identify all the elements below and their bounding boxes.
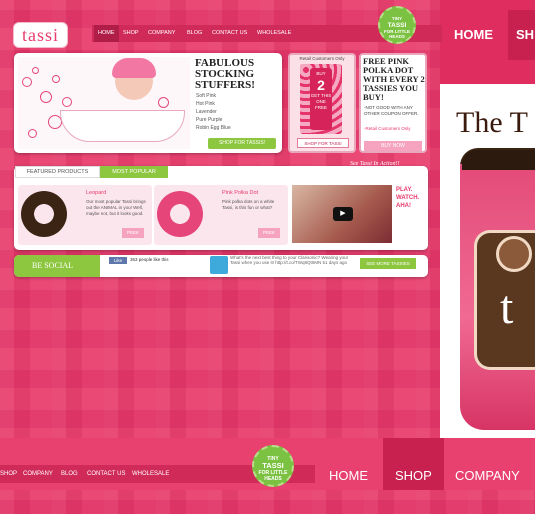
tab-most-popular[interactable]: MOST POPULAR [100,166,168,178]
jar-logo-letter: t [500,281,514,334]
bottom-nav-company-large[interactable]: COMPANY [455,438,520,490]
jar-portrait [496,236,532,272]
bottom-nav-shop[interactable]: SHOP [0,465,17,483]
right-headline: The T [456,106,528,139]
shop-for-tassi-button[interactable]: SHOP FOR TASSI [297,138,349,148]
nav-blog[interactable]: BLOG [187,25,202,42]
peek-button[interactable]: PEEK [122,228,144,238]
right-nav-shop[interactable]: SH [508,10,535,60]
see-tassi-annotation: See Tassi In Action!! [350,161,400,167]
product-card-leopard[interactable]: Leopard Our most popular Tassi brings ou… [18,185,152,245]
bottom-nav-home-large[interactable]: HOME [329,438,368,490]
bathtub [60,110,185,142]
product-title: Pink Polka Dot [222,190,259,196]
like-count: 363 people like this [130,257,169,262]
product-desc: Pink polka dots on a white Tassi, is thi… [222,199,275,210]
logo-text: tassi [21,25,59,45]
nav-home[interactable]: HOME [94,25,119,42]
buy2-card: BUY 2 GET THIS ONE FREE [310,68,332,130]
right-nav: HOME SH [440,10,535,60]
leopard-product-image [21,191,67,237]
twitter-icon[interactable] [210,256,228,274]
nav-wholesale[interactable]: WHOLESALE [257,25,291,42]
product-title: Leopard [86,190,107,196]
latest-tweet: What's the next best thing to your Clari… [230,255,349,265]
tab-featured-products[interactable]: FEATURED PRODUCTS [15,166,100,178]
play-icon[interactable]: ▶ [333,207,353,221]
jar-lid [462,150,535,170]
logo[interactable]: tassi [13,22,68,48]
promo-free-note: -Retail Customers Only [364,126,411,131]
nav-shop[interactable]: SHOP [123,25,139,42]
tassi-cap [112,58,156,78]
product-desc: Our most popular Tassi brings out the AN… [86,199,146,216]
nav-company[interactable]: COMPANY [148,25,175,42]
product-card-polka[interactable]: Pink Polka Dot Pink polka dots on a whit… [154,185,288,245]
facebook-like-button[interactable]: Like [109,257,127,264]
shop-for-tassis-button[interactable]: SHOP FOR TASSIS! [208,138,276,149]
bottom-nav-company[interactable]: COMPANY [23,465,53,483]
promo-free-terms: -NOT GOOD WITH ANY OTHER COUPON OFFER. [364,105,419,116]
bottom-nav-wholesale[interactable]: WHOLESALE [132,465,169,483]
buy-now-button[interactable]: BUY NOW [364,141,422,151]
tiny-tassi-badge[interactable]: TINY TASSI FOR LITTLE HEADS [378,6,416,44]
bottom-nav-contact[interactable]: CONTACT US [87,465,125,483]
promo-free-title: FREE PINK POLKA DOT WITH EVERY 2 TASSIES… [363,56,425,102]
nav-contact[interactable]: CONTACT US [212,25,247,42]
bottom-nav-blog[interactable]: BLOG [61,465,78,483]
hero-title: FABULOUS STOCKING STUFFERS! [195,57,255,91]
be-social-label: BE SOCIAL [14,255,100,277]
bottom-nav-shop-large[interactable]: SHOP [383,438,444,490]
play-watch-aha: PLAY. WATCH. AHA! [396,187,420,209]
hero-color-list: Soft Pink Hot Pink Lavender Pure Purple … [196,93,231,131]
bottom-nav-large: HOME SHOP COMPANY [315,438,535,490]
polka-product-image [157,191,203,237]
peek-button[interactable]: PEEK [258,228,280,238]
tiny-tassi-badge-bottom[interactable]: TINY TASSI FOR LITTLE HEADS [252,445,294,487]
promo-retail-label: Retail Customers Only [299,56,345,61]
see-more-tassies-button[interactable]: SEE MORE TASSIES [360,258,416,269]
right-nav-home[interactable]: HOME [454,10,493,60]
